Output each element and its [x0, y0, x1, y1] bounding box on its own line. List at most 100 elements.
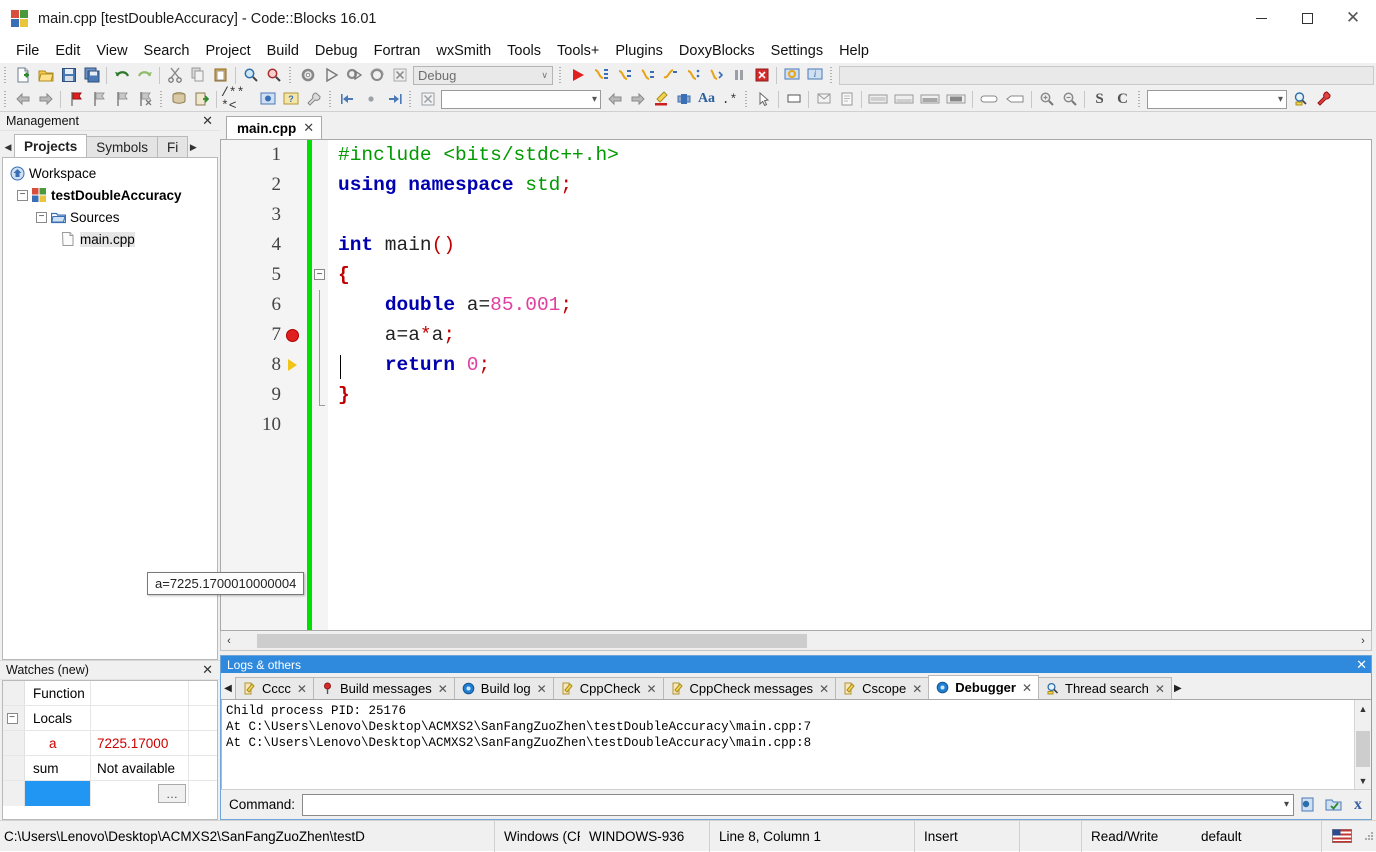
tree-item-sources[interactable]: − Sources	[3, 206, 217, 228]
tree-expander[interactable]: −	[17, 189, 28, 201]
log-tab-close-icon[interactable]: ✕	[438, 682, 448, 696]
goto-current-function-button[interactable]	[360, 89, 381, 109]
build-and-run-button[interactable]	[343, 65, 364, 85]
watches-grid[interactable]: Function − Locals a 7225.17000 sum Not a…	[2, 680, 218, 820]
menu-view[interactable]: View	[88, 40, 135, 62]
toolbar-grip[interactable]	[327, 90, 334, 108]
code-editor[interactable]: 1 2 3 4 5 6 7 8 9 10 − #include <bits/st…	[220, 139, 1372, 631]
open-file-button[interactable]	[35, 65, 56, 85]
zoom-out-button[interactable]	[1059, 89, 1080, 109]
tabstrip-scroll-right-icon[interactable]: ▶	[187, 137, 199, 157]
menu-help[interactable]: Help	[831, 40, 877, 62]
maximize-button[interactable]	[1284, 0, 1330, 38]
wxsmith-statusbar-button[interactable]	[892, 89, 916, 109]
rebuild-button[interactable]	[366, 65, 387, 85]
goto-prev-function-button[interactable]	[337, 89, 358, 109]
scroll-up-icon[interactable]: ▲	[1355, 700, 1371, 717]
various-info-button[interactable]: i	[804, 65, 825, 85]
log-tab-thread-search[interactable]: Thread search ✕	[1038, 677, 1172, 699]
editor-tab-main-cpp[interactable]: main.cpp ✕	[226, 116, 323, 139]
menu-debug[interactable]: Debug	[307, 40, 366, 62]
redo-button[interactable]	[134, 65, 155, 85]
scroll-left-icon[interactable]: ‹	[221, 632, 237, 650]
nav-forward-button[interactable]	[35, 89, 56, 109]
log-tab-cppcheck[interactable]: CppCheck ✕	[552, 677, 664, 699]
doxyblocks-wizard-button[interactable]	[257, 89, 278, 109]
wxsmith-doc-button[interactable]	[836, 89, 857, 109]
debug-step-out-button[interactable]	[659, 65, 680, 85]
log-tab-close-icon[interactable]: ✕	[297, 682, 307, 696]
watch-row-sum[interactable]: sum Not available	[3, 756, 217, 781]
breakpoint-marker[interactable]	[281, 328, 303, 342]
editor-tab-close-icon[interactable]: ✕	[303, 120, 314, 136]
doxyblocks-run-button[interactable]	[168, 89, 189, 109]
toolbar-grip[interactable]	[557, 66, 564, 84]
clear-search-button[interactable]	[417, 89, 438, 109]
menu-plugins[interactable]: Plugins	[607, 40, 671, 62]
editor-gutter[interactable]: 1 2 3 4 5 6 7 8 9 10	[221, 140, 307, 630]
wxsmith-tag-button[interactable]	[1003, 89, 1027, 109]
toolbar-grip[interactable]	[407, 90, 414, 108]
wxsmith-mail-button[interactable]	[813, 89, 834, 109]
wxsmith-rounded-button[interactable]	[977, 89, 1001, 109]
scroll-thumb[interactable]	[1356, 731, 1370, 767]
zoom-in-button[interactable]	[1036, 89, 1057, 109]
management-close-icon[interactable]: ✕	[199, 113, 216, 129]
log-tab-cppcheck-messages[interactable]: CppCheck messages ✕	[662, 677, 837, 699]
menu-file[interactable]: File	[8, 40, 47, 62]
watch-row-locals[interactable]: − Locals	[3, 706, 217, 731]
logs-scroll-left-icon[interactable]: ◀	[221, 677, 235, 699]
previous-bookmark-button[interactable]	[88, 89, 109, 109]
toggle-bookmark-button[interactable]	[65, 89, 86, 109]
toolbar-grip[interactable]	[828, 66, 835, 84]
tree-item-workspace[interactable]: Workspace	[3, 162, 217, 184]
debug-continue-button[interactable]	[567, 65, 588, 85]
save-all-button[interactable]	[81, 65, 102, 85]
wxsmith-pointer-button[interactable]	[753, 89, 774, 109]
command-clear-button[interactable]: x	[1347, 794, 1369, 816]
find-previous-button[interactable]	[604, 89, 625, 109]
log-tab-cccc[interactable]: Cccc ✕	[235, 677, 314, 699]
save-button[interactable]	[58, 65, 79, 85]
log-tab-build-log[interactable]: Build log ✕	[453, 677, 554, 699]
code-content[interactable]: #include <bits/stdc++.h> using namespace…	[328, 140, 1371, 630]
debug-step-instruction-button[interactable]	[705, 65, 726, 85]
log-tab-close-icon[interactable]: ✕	[819, 682, 829, 696]
symbol-settings-button[interactable]	[1313, 89, 1334, 109]
replace-button[interactable]	[263, 65, 284, 85]
tab-symbols[interactable]: Symbols	[86, 136, 159, 157]
find-button[interactable]	[240, 65, 261, 85]
resize-grip[interactable]	[1362, 830, 1376, 843]
goto-next-function-button[interactable]	[383, 89, 404, 109]
log-tab-close-icon[interactable]: ✕	[646, 682, 656, 696]
debug-run-to-cursor-button[interactable]	[590, 65, 611, 85]
build-target-combo[interactable]: Debug ∨	[413, 65, 553, 85]
watch-row-function[interactable]: Function	[3, 681, 217, 706]
fold-margin[interactable]: −	[312, 140, 328, 630]
debugger-log-content[interactable]: Child process PID: 25176 At C:\Users\Len…	[222, 700, 1354, 789]
undo-button[interactable]	[111, 65, 132, 85]
log-tab-close-icon[interactable]: ✕	[912, 682, 922, 696]
tree-expander[interactable]: −	[36, 211, 47, 223]
close-button[interactable]: ✕	[1330, 0, 1376, 38]
tree-item-main-cpp[interactable]: main.cpp	[3, 228, 217, 250]
match-case-button[interactable]: Aa	[696, 89, 717, 109]
tabstrip-scroll-left-icon[interactable]: ◀	[2, 137, 14, 157]
run-button[interactable]	[320, 65, 341, 85]
scroll-right-icon[interactable]: ›	[1355, 632, 1371, 650]
menu-tools[interactable]: Tools	[499, 40, 549, 62]
menu-wxsmith[interactable]: wxSmith	[428, 40, 499, 62]
command-input[interactable]: ▾	[302, 793, 1294, 816]
minimize-button[interactable]	[1238, 0, 1284, 38]
toolbar-grip[interactable]	[158, 90, 165, 108]
wxsmith-grid-button[interactable]	[918, 89, 942, 109]
logs-vertical-scrollbar[interactable]: ▲ ▼	[1354, 700, 1371, 789]
doxyblocks-comment-button[interactable]: /** *<	[221, 86, 255, 112]
menu-doxyblocks[interactable]: DoxyBlocks	[671, 40, 763, 62]
menu-settings[interactable]: Settings	[763, 40, 831, 62]
editor-horizontal-scrollbar[interactable]: ‹ ›	[220, 631, 1372, 651]
menu-edit[interactable]: Edit	[47, 40, 88, 62]
log-tab-close-icon[interactable]: ✕	[1022, 681, 1032, 695]
menu-search[interactable]: Search	[136, 40, 198, 62]
watch-row-new[interactable]: …	[3, 781, 217, 806]
